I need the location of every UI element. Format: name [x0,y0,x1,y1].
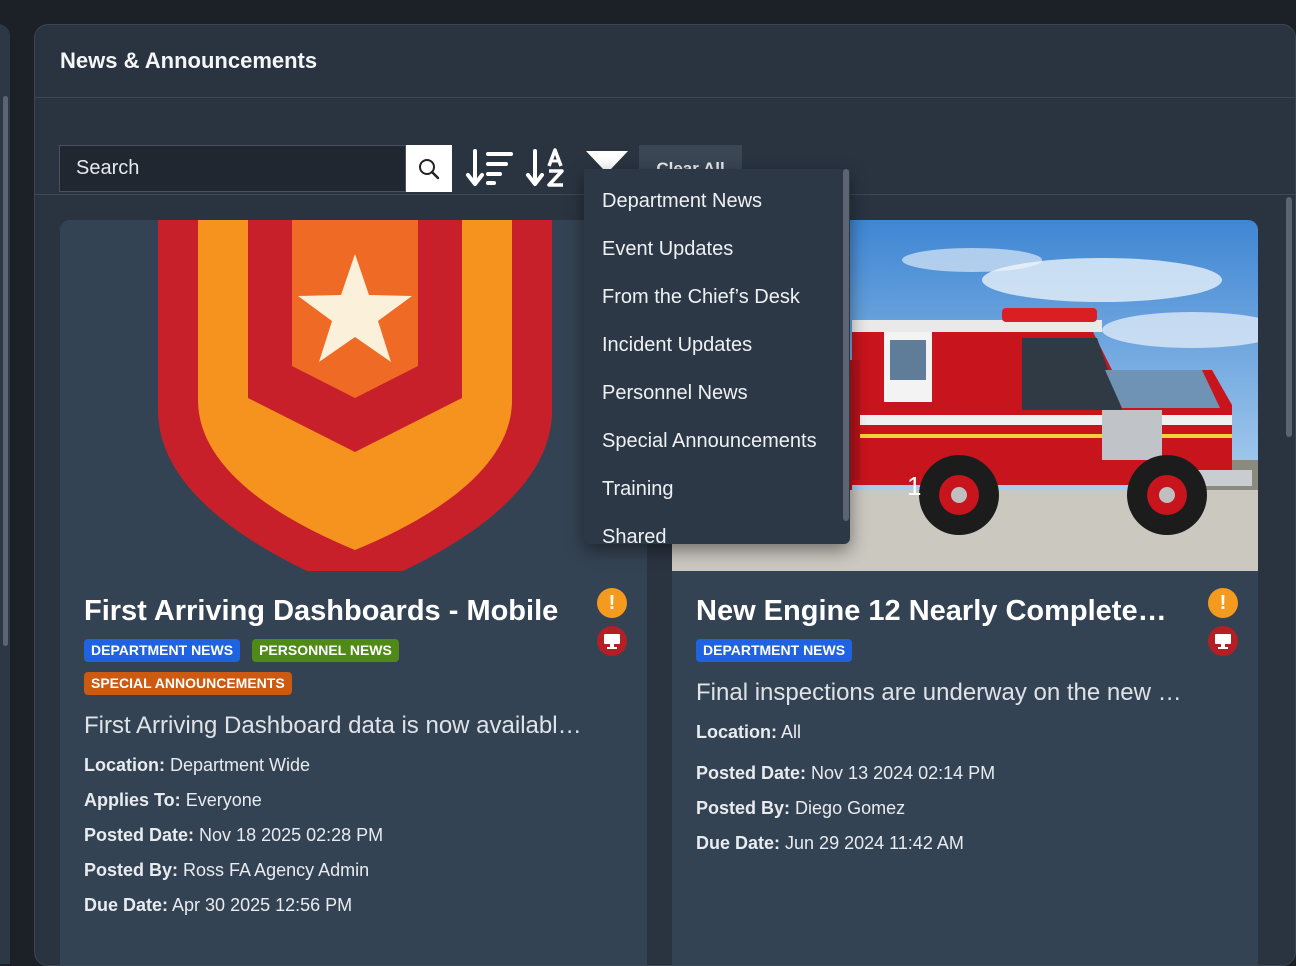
field-applies-to: Applies To: Everyone [84,790,262,810]
sort-descending-icon [466,149,513,186]
search-button[interactable] [406,145,452,192]
search-bar [59,145,452,192]
svg-text:1: 1 [907,471,921,501]
exclamation-circle-icon: ! [1208,588,1238,618]
page-title: News & Announcements [60,48,318,73]
card-body: ! First Arriving Dashboards - Mobile Dep… [60,571,647,916]
field-due-date: Due Date: Jun 29 2024 11:42 AM [696,833,964,853]
tag-personnel-news: Personnel News [252,639,399,662]
tag-department-news: Department News [696,639,853,662]
field-location: Location: All [696,722,802,742]
filter-item-department-news[interactable]: Department News [584,177,850,225]
filter-item-personnel-news[interactable]: Personnel News [584,369,850,417]
search-input[interactable] [59,145,406,192]
tag-special-announcements: Special Announcements [84,672,292,695]
field-posted-by: Posted By: Ross FA Agency Admin [84,860,370,880]
news-card[interactable]: ! First Arriving Dashboards - Mobile Dep… [60,220,647,965]
status-icons: ! [597,588,629,664]
field-due-date: Due Date: Apr 30 2025 12:56 PM [84,895,353,915]
content-scrollbar[interactable] [1286,197,1292,437]
filter-menu-scrollbar[interactable] [843,169,849,521]
status-icons: ! [1208,588,1240,664]
sort-alpha-az-icon [526,148,564,187]
card-body: ! New Engine 12 Nearly Completed and Rea… [672,571,1258,854]
card-summary: Final inspections are underway on the ne… [696,679,1184,706]
monitor-icon [597,626,627,656]
filter-dropdown-menu: Department News Event Updates From the C… [584,169,850,544]
filter-item-chiefs-desk[interactable]: From the Chief’s Desk [584,273,850,321]
field-posted-date: Posted Date: Nov 13 2024 02:14 PM [696,763,996,783]
card-image-logo [60,220,647,571]
card-title[interactable]: First Arriving Dashboards - Mobile [84,593,564,629]
filter-item-incident-updates[interactable]: Incident Updates [584,321,850,369]
tag-list: Department News [696,639,1176,662]
exclamation-circle-icon: ! [597,588,627,618]
side-panel-scrollbar[interactable] [3,96,8,646]
tag-department-news: Department News [84,639,241,662]
field-posted-by: Posted By: Diego Gomez [696,798,906,818]
field-location: Location: Department Wide [84,755,311,775]
card-summary: First Arriving Dashboard data is now ava… [84,712,584,739]
filter-item-special-announcements[interactable]: Special Announcements [584,417,850,465]
panel-header: News & Announcements [35,25,1295,98]
search-icon [419,158,440,179]
filter-menu-list: Department News Event Updates From the C… [584,169,850,545]
shield-logo-image [60,220,647,571]
card-title[interactable]: New Engine 12 Nearly Completed and Ready… [696,593,1176,629]
tag-list: Department News Personnel News Special A… [84,639,564,695]
field-posted-date: Posted Date: Nov 18 2025 02:28 PM [84,825,384,845]
filter-item-training[interactable]: Training [584,465,850,513]
filter-item-event-updates[interactable]: Event Updates [584,225,850,273]
monitor-icon [1208,626,1238,656]
filter-item-shared[interactable]: Shared [584,513,850,545]
sort-button[interactable] [465,147,513,189]
sort-alpha-button[interactable] [525,147,573,189]
